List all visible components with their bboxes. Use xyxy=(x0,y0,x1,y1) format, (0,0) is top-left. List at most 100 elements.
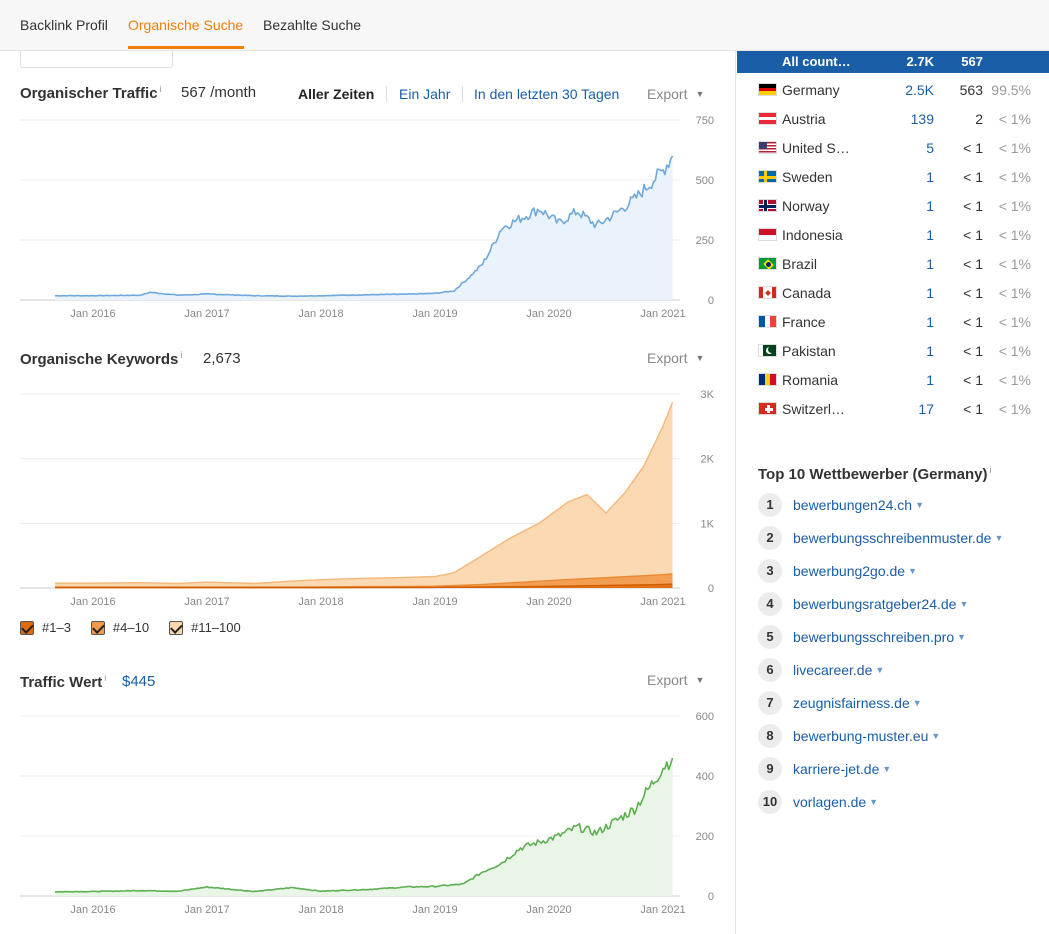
competitor-item[interactable]: 4 bewerbungsratgeber24.de ▼ xyxy=(758,592,968,616)
range-last-30-days[interactable]: In den letzten 30 Tagen xyxy=(474,86,619,102)
chevron-down-icon[interactable]: ▼ xyxy=(931,731,940,741)
competitor-domain-link[interactable]: zeugnisfairness.de xyxy=(793,695,910,711)
x-tick-label: Jan 2018 xyxy=(298,596,343,608)
country-row-se[interactable]: Sweden 1 < 1 < 1% xyxy=(737,164,1049,193)
chevron-down-icon[interactable]: ▼ xyxy=(915,500,924,510)
chevron-down-icon: ▼ xyxy=(695,353,705,363)
competitor-rank: 1 xyxy=(758,493,782,517)
competitor-domain-link[interactable]: bewerbung-muster.eu xyxy=(793,728,928,744)
chevron-down-icon[interactable]: ▼ xyxy=(875,665,884,675)
competitor-item[interactable]: 2 bewerbungsschreibenmuster.de ▼ xyxy=(758,526,1003,550)
country-row-de[interactable]: Germany 2.5K 563 99.5% xyxy=(737,77,1049,106)
info-icon[interactable]: i xyxy=(180,350,182,360)
chevron-down-icon[interactable]: ▼ xyxy=(994,533,1003,543)
area-fill xyxy=(55,156,673,300)
country-traffic[interactable]: 17 xyxy=(918,401,934,417)
competitor-domain-link[interactable]: bewerbung2go.de xyxy=(793,563,905,579)
country-row-ca[interactable]: Canada 1 < 1 < 1% xyxy=(737,280,1049,309)
tab-bezahlte-suche[interactable]: Bezahlte Suche xyxy=(263,17,361,33)
range-all-time[interactable]: Aller Zeiten xyxy=(298,86,374,102)
keywords-chart-svg: 3K 2K 1K 0 Jan 2016 Jan 2017 Jan 2018 Jan 2019 J… xyxy=(20,389,715,608)
competitor-item[interactable]: 6 livecareer.de ▼ xyxy=(758,658,884,682)
country-name: France xyxy=(782,314,826,330)
competitor-domain-link[interactable]: vorlagen.de xyxy=(793,794,866,810)
country-percent: < 1% xyxy=(998,372,1031,388)
keywords-title-text: Organische Keywords xyxy=(20,351,179,368)
country-row-all[interactable]: All count… 2.7K 567 xyxy=(737,51,1049,73)
country-row-ch[interactable]: Switzerl… 17 < 1 < 1% xyxy=(737,396,1049,425)
competitors-title-text: Top 10 Wettbewerber (Germany) xyxy=(758,466,988,483)
info-icon[interactable]: i xyxy=(104,673,106,683)
competitor-item[interactable]: 5 bewerbungsschreiben.pro ▼ xyxy=(758,625,966,649)
country-traffic[interactable]: 1 xyxy=(926,285,934,301)
chevron-down-icon[interactable]: ▼ xyxy=(908,566,917,576)
legend-label: #1–3 xyxy=(42,620,71,635)
country-traffic[interactable]: 1 xyxy=(926,198,934,214)
country-traffic[interactable]: 1 xyxy=(926,169,934,185)
competitor-item[interactable]: 10 vorlagen.de ▼ xyxy=(758,790,878,814)
competitor-item[interactable]: 3 bewerbung2go.de ▼ xyxy=(758,559,917,583)
legend-item-top10[interactable]: #4–10 xyxy=(90,620,150,635)
competitor-domain-link[interactable]: livecareer.de xyxy=(793,662,872,678)
value-amount[interactable]: $445 xyxy=(122,673,155,690)
range-one-year[interactable]: Ein Jahr xyxy=(399,86,450,102)
checkbox-top3[interactable] xyxy=(20,620,34,635)
country-keywords: < 1 xyxy=(963,401,983,417)
checkbox-top100[interactable] xyxy=(169,620,184,635)
info-icon[interactable]: i xyxy=(990,465,992,475)
x-tick-label: Jan 2018 xyxy=(298,308,343,320)
competitor-item[interactable]: 7 zeugnisfairness.de ▼ xyxy=(758,691,922,715)
country-row-id[interactable]: Indonesia 1 < 1 < 1% xyxy=(737,222,1049,251)
keywords-export-button[interactable]: Export ▼ xyxy=(647,350,704,366)
country-row-fr[interactable]: France 1 < 1 < 1% xyxy=(737,309,1049,338)
competitor-item[interactable]: 1 bewerbungen24.ch ▼ xyxy=(758,493,924,517)
competitor-domain-link[interactable]: bewerbungsschreiben.pro xyxy=(793,629,954,645)
value-export-button[interactable]: Export ▼ xyxy=(647,672,704,688)
country-row-br[interactable]: Brazil 1 < 1 < 1% xyxy=(737,251,1049,280)
country-traffic[interactable]: 1 xyxy=(926,343,934,359)
legend-item-top100[interactable]: #11–100 xyxy=(169,620,241,635)
country-traffic[interactable]: 1 xyxy=(926,256,934,272)
legend-label: #11–100 xyxy=(191,620,241,635)
info-icon[interactable]: i xyxy=(160,84,162,94)
chevron-down-icon[interactable]: ▼ xyxy=(882,764,891,774)
x-tick-label: Jan 2016 xyxy=(70,596,115,608)
y-tick-label: 0 xyxy=(708,583,714,595)
chevron-down-icon[interactable]: ▼ xyxy=(913,698,922,708)
country-row-us[interactable]: United S… 5 < 1 < 1% xyxy=(737,135,1049,164)
chevron-down-icon[interactable]: ▼ xyxy=(957,632,966,642)
country-traffic[interactable]: 2.5K xyxy=(905,82,934,98)
checkbox-top10[interactable] xyxy=(90,620,105,635)
chevron-down-icon[interactable]: ▼ xyxy=(959,599,968,609)
competitor-domain-link[interactable]: karriere-jet.de xyxy=(793,761,879,777)
country-traffic[interactable]: 1 xyxy=(926,372,934,388)
competitor-item[interactable]: 8 bewerbung-muster.eu ▼ xyxy=(758,724,940,748)
competitor-domain-link[interactable]: bewerbungen24.ch xyxy=(793,497,912,513)
competitor-domain-link[interactable]: bewerbungsschreibenmuster.de xyxy=(793,530,991,546)
country-traffic[interactable]: 139 xyxy=(911,111,934,127)
tab-backlink-profil[interactable]: Backlink Profil xyxy=(20,17,108,33)
y-tick-label: 400 xyxy=(696,771,714,783)
x-tick-label: Jan 2020 xyxy=(526,904,571,916)
country-name: Canada xyxy=(782,285,832,301)
country-name: Norway xyxy=(782,198,830,214)
traffic-export-button[interactable]: Export ▼ xyxy=(647,86,704,102)
competitor-domain-link[interactable]: bewerbungsratgeber24.de xyxy=(793,596,956,612)
country-row-ro[interactable]: Romania 1 < 1 < 1% xyxy=(737,367,1049,396)
country-traffic[interactable]: 1 xyxy=(926,314,934,330)
country-name: United S… xyxy=(782,140,850,156)
legend-label: #4–10 xyxy=(112,620,150,635)
country-traffic[interactable]: 5 xyxy=(926,140,934,156)
tab-organische-suche[interactable]: Organische Suche xyxy=(128,17,243,33)
export-label: Export xyxy=(647,672,688,688)
competitor-rank: 6 xyxy=(758,658,782,682)
chevron-down-icon[interactable]: ▼ xyxy=(869,797,878,807)
country-keywords: < 1 xyxy=(963,140,983,156)
country-row-at[interactable]: Austria 139 2 < 1% xyxy=(737,106,1049,135)
country-row-no[interactable]: Norway 1 < 1 < 1% xyxy=(737,193,1049,222)
competitor-item[interactable]: 9 karriere-jet.de ▼ xyxy=(758,757,891,781)
flag-pk-icon xyxy=(758,344,777,357)
country-traffic[interactable]: 1 xyxy=(926,227,934,243)
country-row-pk[interactable]: Pakistan 1 < 1 < 1% xyxy=(737,338,1049,367)
legend-item-top3[interactable]: #1–3 xyxy=(20,620,71,635)
